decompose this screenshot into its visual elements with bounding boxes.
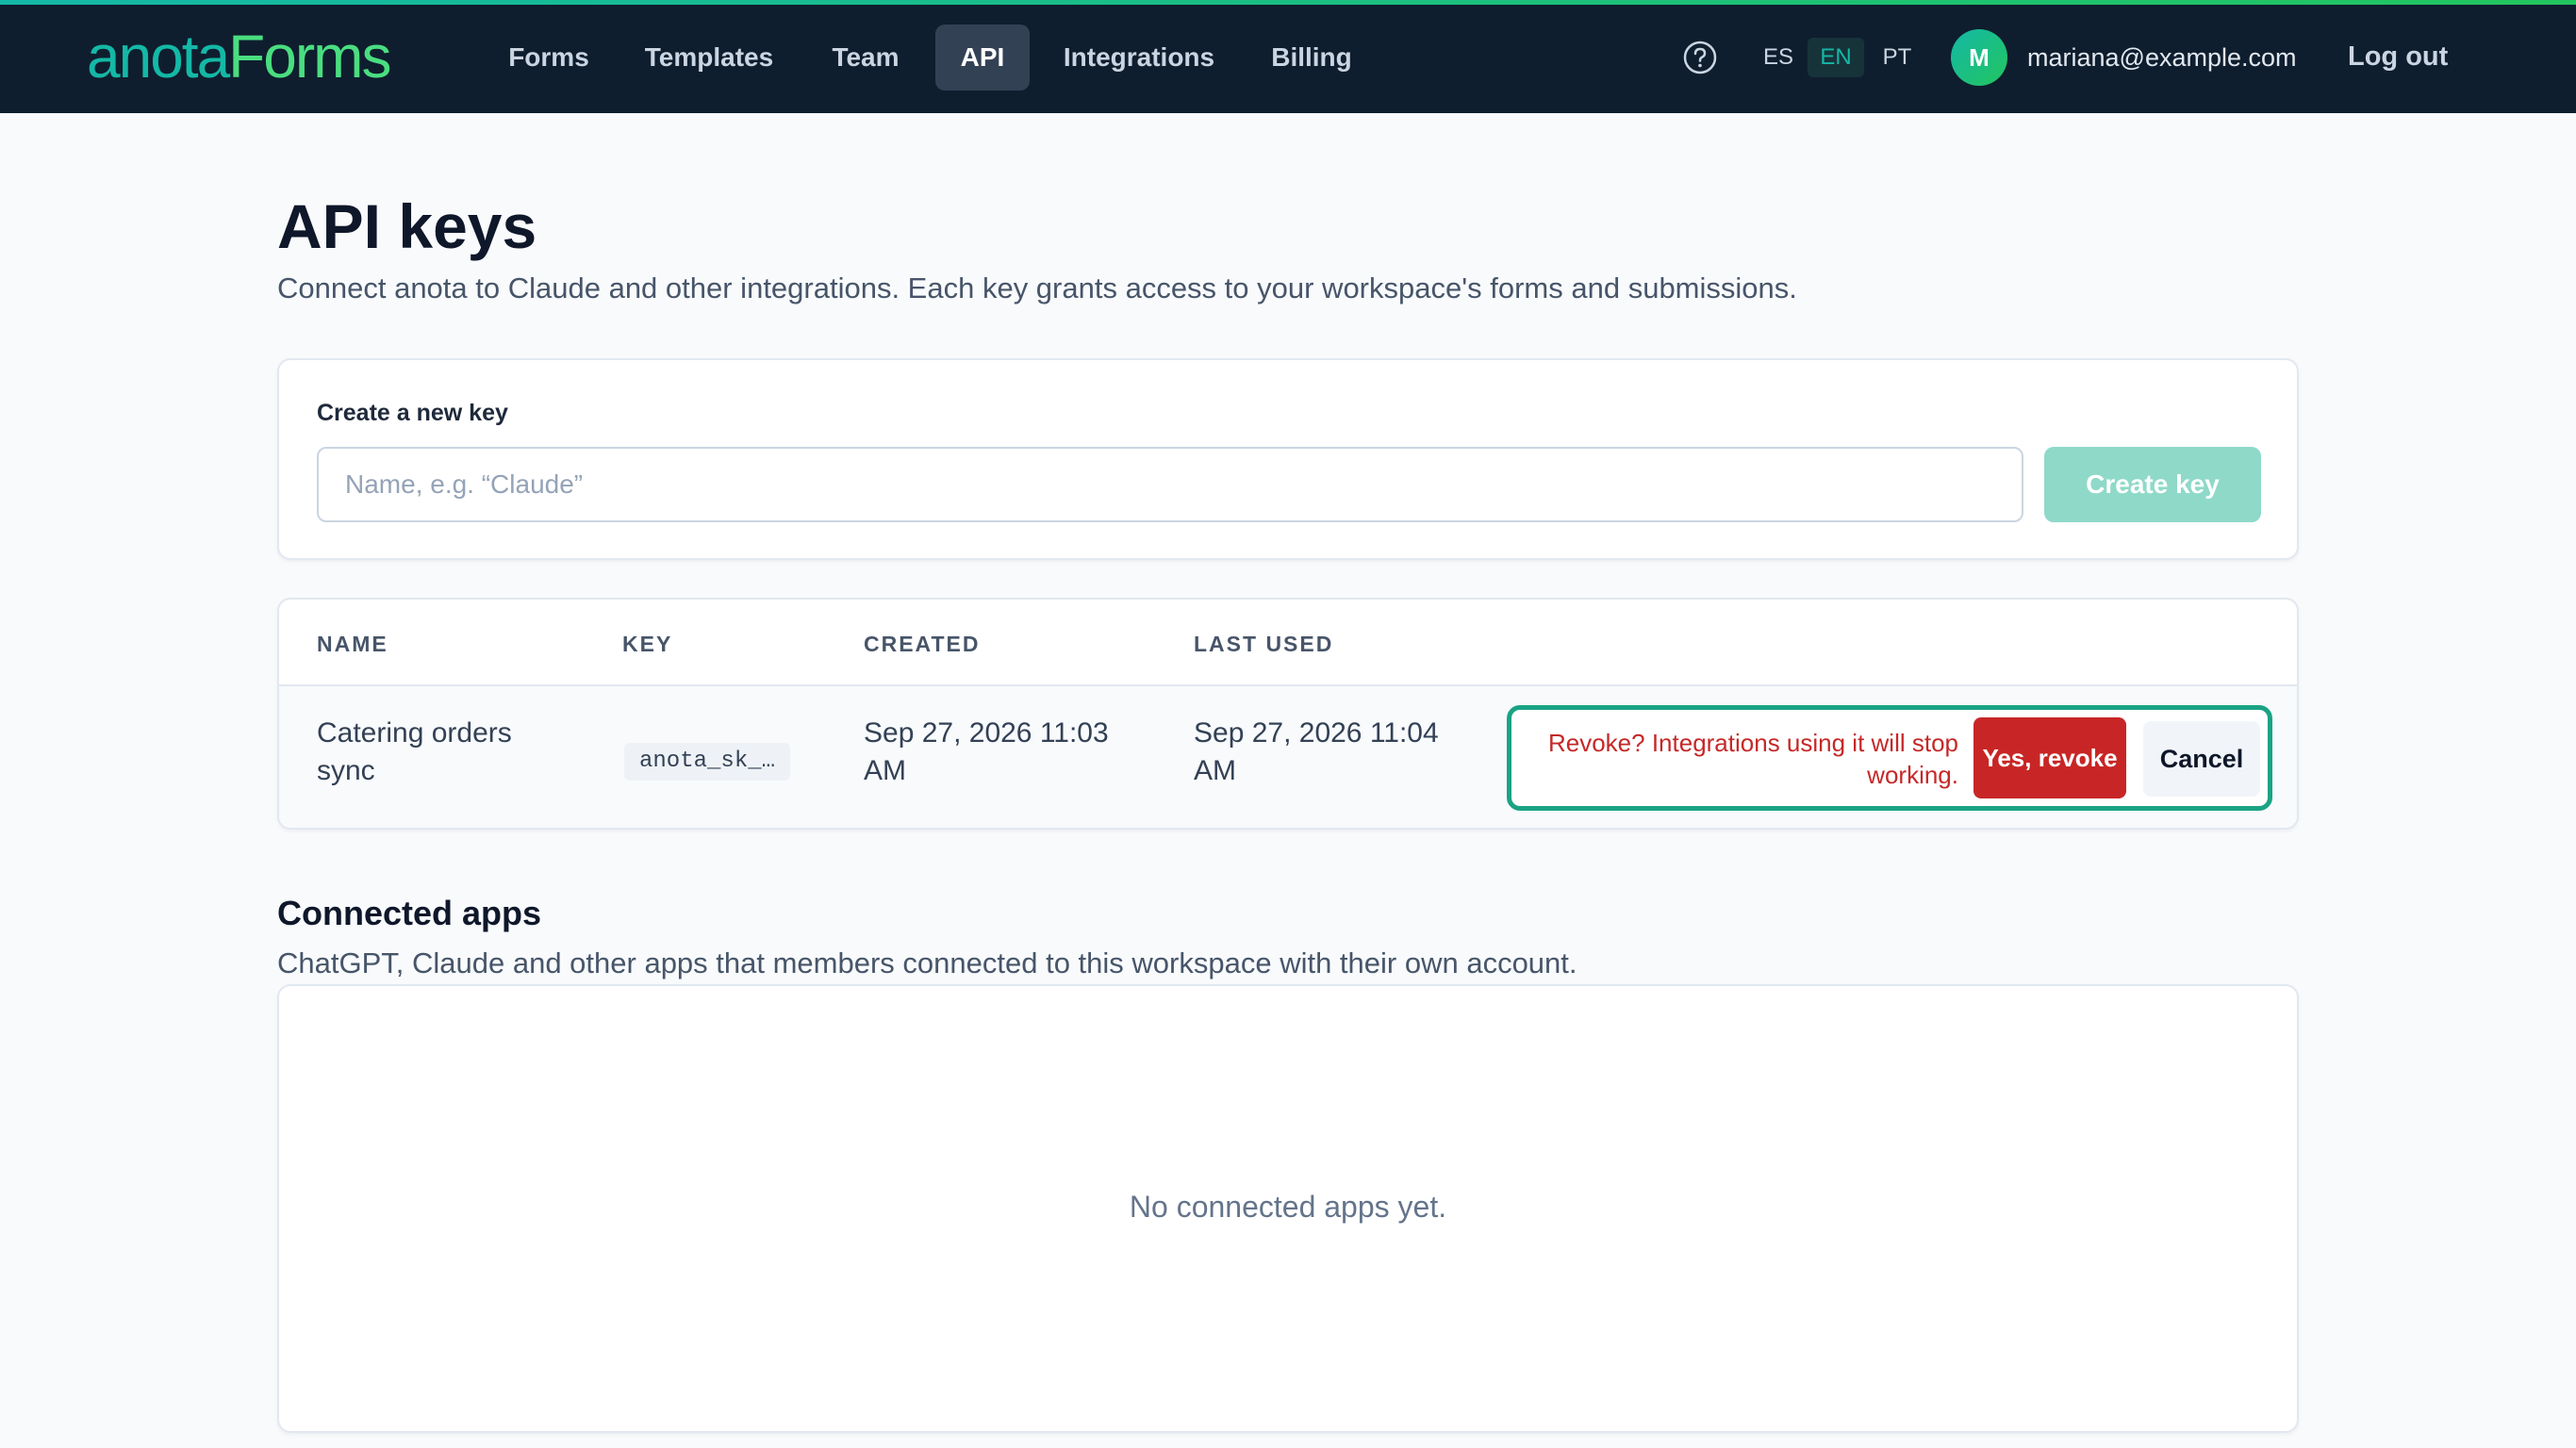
table-row: Catering orders sync anota_sk_… Sep 27, … [279, 686, 2297, 828]
avatar[interactable]: M [1951, 29, 2007, 86]
create-key-card: Create a new key Create key [277, 358, 2299, 560]
create-key-label: Create a new key [317, 400, 508, 426]
empty-state-text: No connected apps yet. [1129, 1190, 1447, 1224]
logo-text-forms: Forms [228, 23, 391, 90]
logo-text-anota: anota [87, 23, 230, 90]
revoke-confirmation: Revoke? Integrations using it will stop … [1507, 705, 2272, 811]
page-title: API keys [277, 191, 537, 261]
last-used-cell: Sep 27, 2026 11:04 AM [1194, 717, 1439, 786]
top-navbar: anotaForms Forms Templates Team API Inte… [0, 0, 2576, 113]
nav-item-team[interactable]: Team [815, 25, 916, 90]
logo[interactable]: anotaForms [87, 23, 391, 90]
connected-apps-card: No connected apps yet. [277, 984, 2299, 1433]
api-keys-table: NAME KEY CREATED LAST USED Catering orde… [277, 598, 2299, 830]
nav-item-integrations[interactable]: Integrations [1056, 25, 1222, 90]
user-email[interactable]: mariana@example.com [2027, 38, 2297, 77]
key-name-input[interactable] [317, 447, 2023, 522]
accent-stripe [0, 0, 2576, 5]
lang-pt[interactable]: PT [1874, 38, 1920, 77]
create-key-button[interactable]: Create key [2044, 447, 2261, 522]
column-header-last-used: LAST USED [1194, 632, 1334, 656]
page-subtitle: Connect anota to Claude and other integr… [277, 272, 1797, 304]
lang-en[interactable]: EN [1808, 38, 1864, 77]
logout-button[interactable]: Log out [2348, 34, 2448, 79]
cancel-revoke-button[interactable]: Cancel [2143, 721, 2260, 797]
key-name-cell: Catering orders sync [317, 717, 512, 786]
revoke-warning-text: Revoke? Integrations using it will stop … [1547, 729, 1958, 789]
question-circle-icon[interactable] [1682, 40, 1718, 75]
nav-item-forms[interactable]: Forms [492, 25, 605, 90]
column-header-name: NAME [317, 632, 388, 656]
confirm-revoke-button[interactable]: Yes, revoke [1973, 717, 2126, 798]
created-cell: Sep 27, 2026 11:03 AM [864, 717, 1109, 786]
connected-apps-title: Connected apps [277, 894, 542, 932]
lang-es[interactable]: ES [1756, 38, 1801, 77]
nav-item-billing[interactable]: Billing [1250, 25, 1373, 90]
key-prefix-cell: anota_sk_… [624, 743, 791, 781]
column-header-created: CREATED [864, 632, 981, 656]
nav-item-templates[interactable]: Templates [634, 25, 784, 90]
connected-apps-subtitle: ChatGPT, Claude and other apps that memb… [277, 946, 1577, 979]
column-header-key: KEY [622, 632, 673, 656]
nav-item-api[interactable]: API [935, 25, 1030, 90]
